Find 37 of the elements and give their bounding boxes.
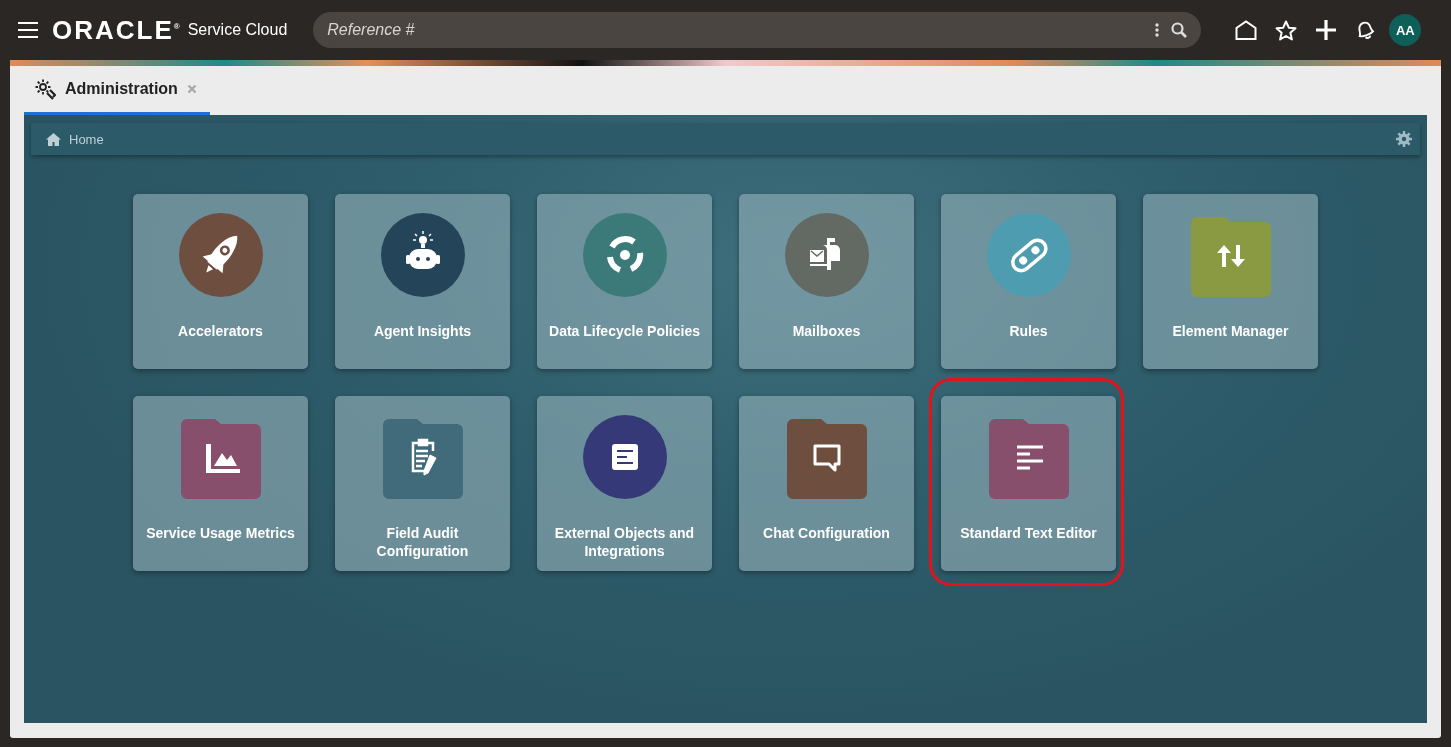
tile-label: Rules xyxy=(1008,322,1049,340)
plus-icon[interactable] xyxy=(1315,19,1338,41)
admin-tile[interactable]: External Objects and Integrations xyxy=(537,396,712,571)
home-icon[interactable] xyxy=(1235,20,1258,40)
settings-icon[interactable] xyxy=(1396,131,1412,147)
more-icon[interactable] xyxy=(1155,23,1160,37)
admin-tile[interactable]: Accelerators xyxy=(133,194,308,369)
tile-label: Data Lifecycle Policies xyxy=(548,322,701,340)
tile-label: Agent Insights xyxy=(372,322,473,340)
admin-tile[interactable]: Service Usage Metrics xyxy=(133,396,308,571)
admin-tile[interactable]: Mailboxes xyxy=(739,194,914,369)
tile-label: Mailboxes xyxy=(791,322,862,340)
brand-logo: ORACLE$^{®}$ xyxy=(52,14,180,46)
admin-tile[interactable]: Chat Configuration xyxy=(739,396,914,571)
tile-label: Element Manager xyxy=(1171,322,1290,340)
breadcrumb-home[interactable]: Home xyxy=(69,131,104,147)
tile-label: Chat Configuration xyxy=(762,524,891,542)
product-name: Service Cloud xyxy=(187,21,288,39)
tile-label: Field Audit Configuration xyxy=(375,524,470,560)
gear-wrench-icon xyxy=(34,78,56,100)
admin-tile[interactable]: Field Audit Configuration xyxy=(335,396,510,571)
tile-label: Service Usage Metrics xyxy=(145,524,296,542)
admin-tile[interactable]: Agent Insights xyxy=(335,194,510,369)
admin-tile[interactable]: Rules xyxy=(941,194,1116,369)
bell-icon[interactable] xyxy=(1355,20,1376,40)
admin-tile[interactable]: Element Manager xyxy=(1143,194,1318,369)
user-avatar[interactable]: AA xyxy=(1389,14,1422,46)
search-field[interactable]: Reference # xyxy=(313,12,1202,48)
star-icon[interactable] xyxy=(1275,19,1298,41)
admin-tile[interactable]: Data Lifecycle Policies xyxy=(537,194,712,369)
home-icon xyxy=(46,132,61,146)
tile-label: Accelerators xyxy=(177,322,264,340)
menu-icon[interactable] xyxy=(18,22,38,38)
search-icon[interactable] xyxy=(1171,22,1188,38)
tile-label: Standard Text Editor xyxy=(959,524,1098,542)
admin-tile[interactable]: Standard Text Editor xyxy=(941,396,1116,571)
tile-label: External Objects and Integrations xyxy=(553,524,696,560)
